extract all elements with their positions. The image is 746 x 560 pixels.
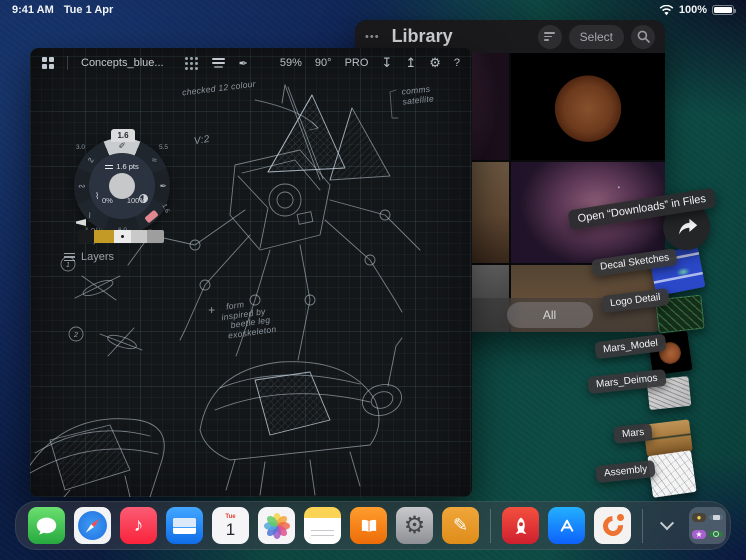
search-icon — [637, 30, 650, 43]
probe-marker-1: 1 — [66, 262, 70, 269]
app-store-a-icon — [560, 519, 573, 532]
tab-all[interactable]: All — [506, 302, 593, 328]
chat-bubble-icon — [36, 517, 57, 535]
more-options-icon[interactable]: ••• — [365, 31, 380, 43]
status-bar: 9:41 AM Tue 1 Apr 100% — [0, 0, 746, 20]
active-brush-size: 1.6 — [111, 129, 135, 142]
compass-icon — [78, 511, 107, 540]
battery-icon — [712, 5, 736, 15]
layers-button[interactable]: Layers — [64, 251, 114, 263]
app-calendar[interactable]: Tue 1 — [212, 507, 249, 544]
pen-icon: ✎ — [452, 515, 469, 535]
zoom-level[interactable]: 59% — [280, 57, 302, 69]
app-library-folder[interactable]: ● ★ — [689, 507, 726, 544]
annotation-plus: + — [208, 303, 216, 317]
help-button[interactable]: ? — [454, 57, 460, 69]
battery-percent: 100% — [678, 4, 707, 16]
stroke-width-icon — [105, 165, 114, 170]
dock: ♪ Tue 1 ⚙ ✎ ● ★ — [15, 501, 731, 550]
document-title[interactable]: Concepts_blue... — [81, 57, 164, 69]
open-book-icon — [361, 519, 376, 532]
app-app-store[interactable] — [548, 507, 585, 544]
filter-button[interactable] — [537, 24, 562, 49]
chevron-down-icon — [659, 515, 675, 530]
rough-brush-icon: ∾ — [78, 181, 86, 191]
mini-app-camera-icon — [709, 514, 723, 520]
app-photos[interactable] — [258, 507, 295, 544]
status-time: 9:41 AM — [12, 4, 54, 16]
note-lines-icon — [311, 526, 334, 536]
app-messages[interactable] — [28, 507, 65, 544]
tool-wheel[interactable]: ✏ ∿ ≈ ✒ ∾ ≀ 3.0 5.5 1.6 6.0 1.6 pts ⌇ 0%… — [74, 138, 171, 234]
swatch-white-selected[interactable] — [113, 230, 132, 243]
app-creative[interactable] — [594, 507, 631, 544]
blueprint-sketch: 1 2 — [30, 84, 421, 497]
app-notes[interactable] — [304, 507, 341, 544]
wave-brush-icon: ∿ — [87, 155, 95, 165]
tool-wheel-inner[interactable]: 1.6 pts ⌇ 0% 100% — [89, 153, 155, 219]
wifi-icon — [659, 4, 674, 15]
opacity-max-label: 100% — [126, 196, 146, 205]
annotation-beetle: form inspired by beetle leg exoskeleton — [220, 299, 277, 341]
layers-label: Layers — [81, 251, 115, 263]
library-title: Library — [391, 26, 453, 46]
app-music[interactable]: ♪ — [120, 507, 157, 544]
app-mail[interactable] — [166, 507, 203, 544]
mini-app-tips-icon: ● — [692, 512, 706, 522]
dock-divider — [642, 508, 643, 543]
pen-mode-icon[interactable]: ✒ — [239, 57, 248, 70]
concepts-toolbar: Concepts_blue... ✒ 59% 90° PRO ↧ ↥ ⚙ ? — [30, 48, 472, 78]
smoothing-icon: ⌇ — [95, 191, 100, 201]
mini-app-star-icon: ★ — [692, 529, 706, 539]
stroke-size-label: 1.6 pts — [116, 162, 139, 171]
texture-brush-icon: ≈ — [152, 155, 157, 165]
layers-icon — [64, 252, 75, 262]
concepts-window: 1 2 checked 12 colour comms satellite V:… — [30, 48, 472, 497]
annotation-satellite: comms satellite — [400, 83, 435, 107]
filter-icon — [544, 32, 556, 41]
nib-tool-icon: ✒ — [159, 181, 167, 191]
app-rocket[interactable] — [502, 507, 539, 544]
rotation-value[interactable]: 90° — [315, 57, 332, 69]
app-settings[interactable]: ⚙ — [396, 507, 433, 544]
dock-divider — [490, 508, 491, 543]
photos-flower-icon — [263, 512, 290, 539]
grid-settings-icon[interactable] — [184, 56, 198, 70]
search-button[interactable] — [631, 24, 655, 49]
c-dot-icon — [617, 514, 624, 521]
calendar-day: 1 — [225, 519, 236, 539]
export-icon[interactable]: ↥ — [405, 55, 416, 71]
app-books[interactable] — [350, 507, 387, 544]
forward-arrow-icon — [678, 218, 697, 235]
status-date: Tue 1 Apr — [63, 4, 114, 16]
opacity-min-label: 0% — [102, 196, 113, 205]
dock-collapse-button[interactable] — [654, 507, 680, 544]
mini-app-utility-icon — [709, 531, 723, 537]
annotation-version: V:2 — [193, 133, 211, 148]
rocket-icon — [515, 516, 526, 534]
brush-size-nw: 3.0 — [76, 144, 86, 151]
zigzag-brush-icon: ≀ — [88, 210, 92, 220]
swatch-gold[interactable] — [93, 230, 114, 243]
envelope-icon — [173, 517, 196, 534]
app-concepts[interactable]: ✎ — [442, 507, 479, 544]
probe-marker-2: 2 — [73, 332, 78, 339]
swatch-gray[interactable] — [146, 230, 164, 243]
brush-size-ne: 5.5 — [158, 144, 168, 151]
app-menu-icon[interactable] — [42, 57, 54, 69]
swatch-light-gray[interactable] — [131, 230, 147, 243]
app-safari[interactable] — [74, 507, 111, 544]
selected-swatch-dot — [120, 235, 124, 238]
import-icon[interactable]: ↧ — [381, 55, 392, 71]
photo-mars-globe[interactable] — [511, 53, 665, 160]
pro-badge[interactable]: PRO — [345, 57, 369, 69]
music-note-icon: ♪ — [133, 514, 144, 536]
layers-panel-icon[interactable] — [211, 58, 225, 68]
swatch-black[interactable] — [78, 230, 94, 243]
gear-icon: ⚙ — [403, 512, 426, 539]
select-button[interactable]: Select — [568, 24, 624, 49]
settings-gear-icon[interactable]: ⚙ — [429, 55, 441, 71]
color-palette-strip[interactable] — [78, 230, 164, 243]
